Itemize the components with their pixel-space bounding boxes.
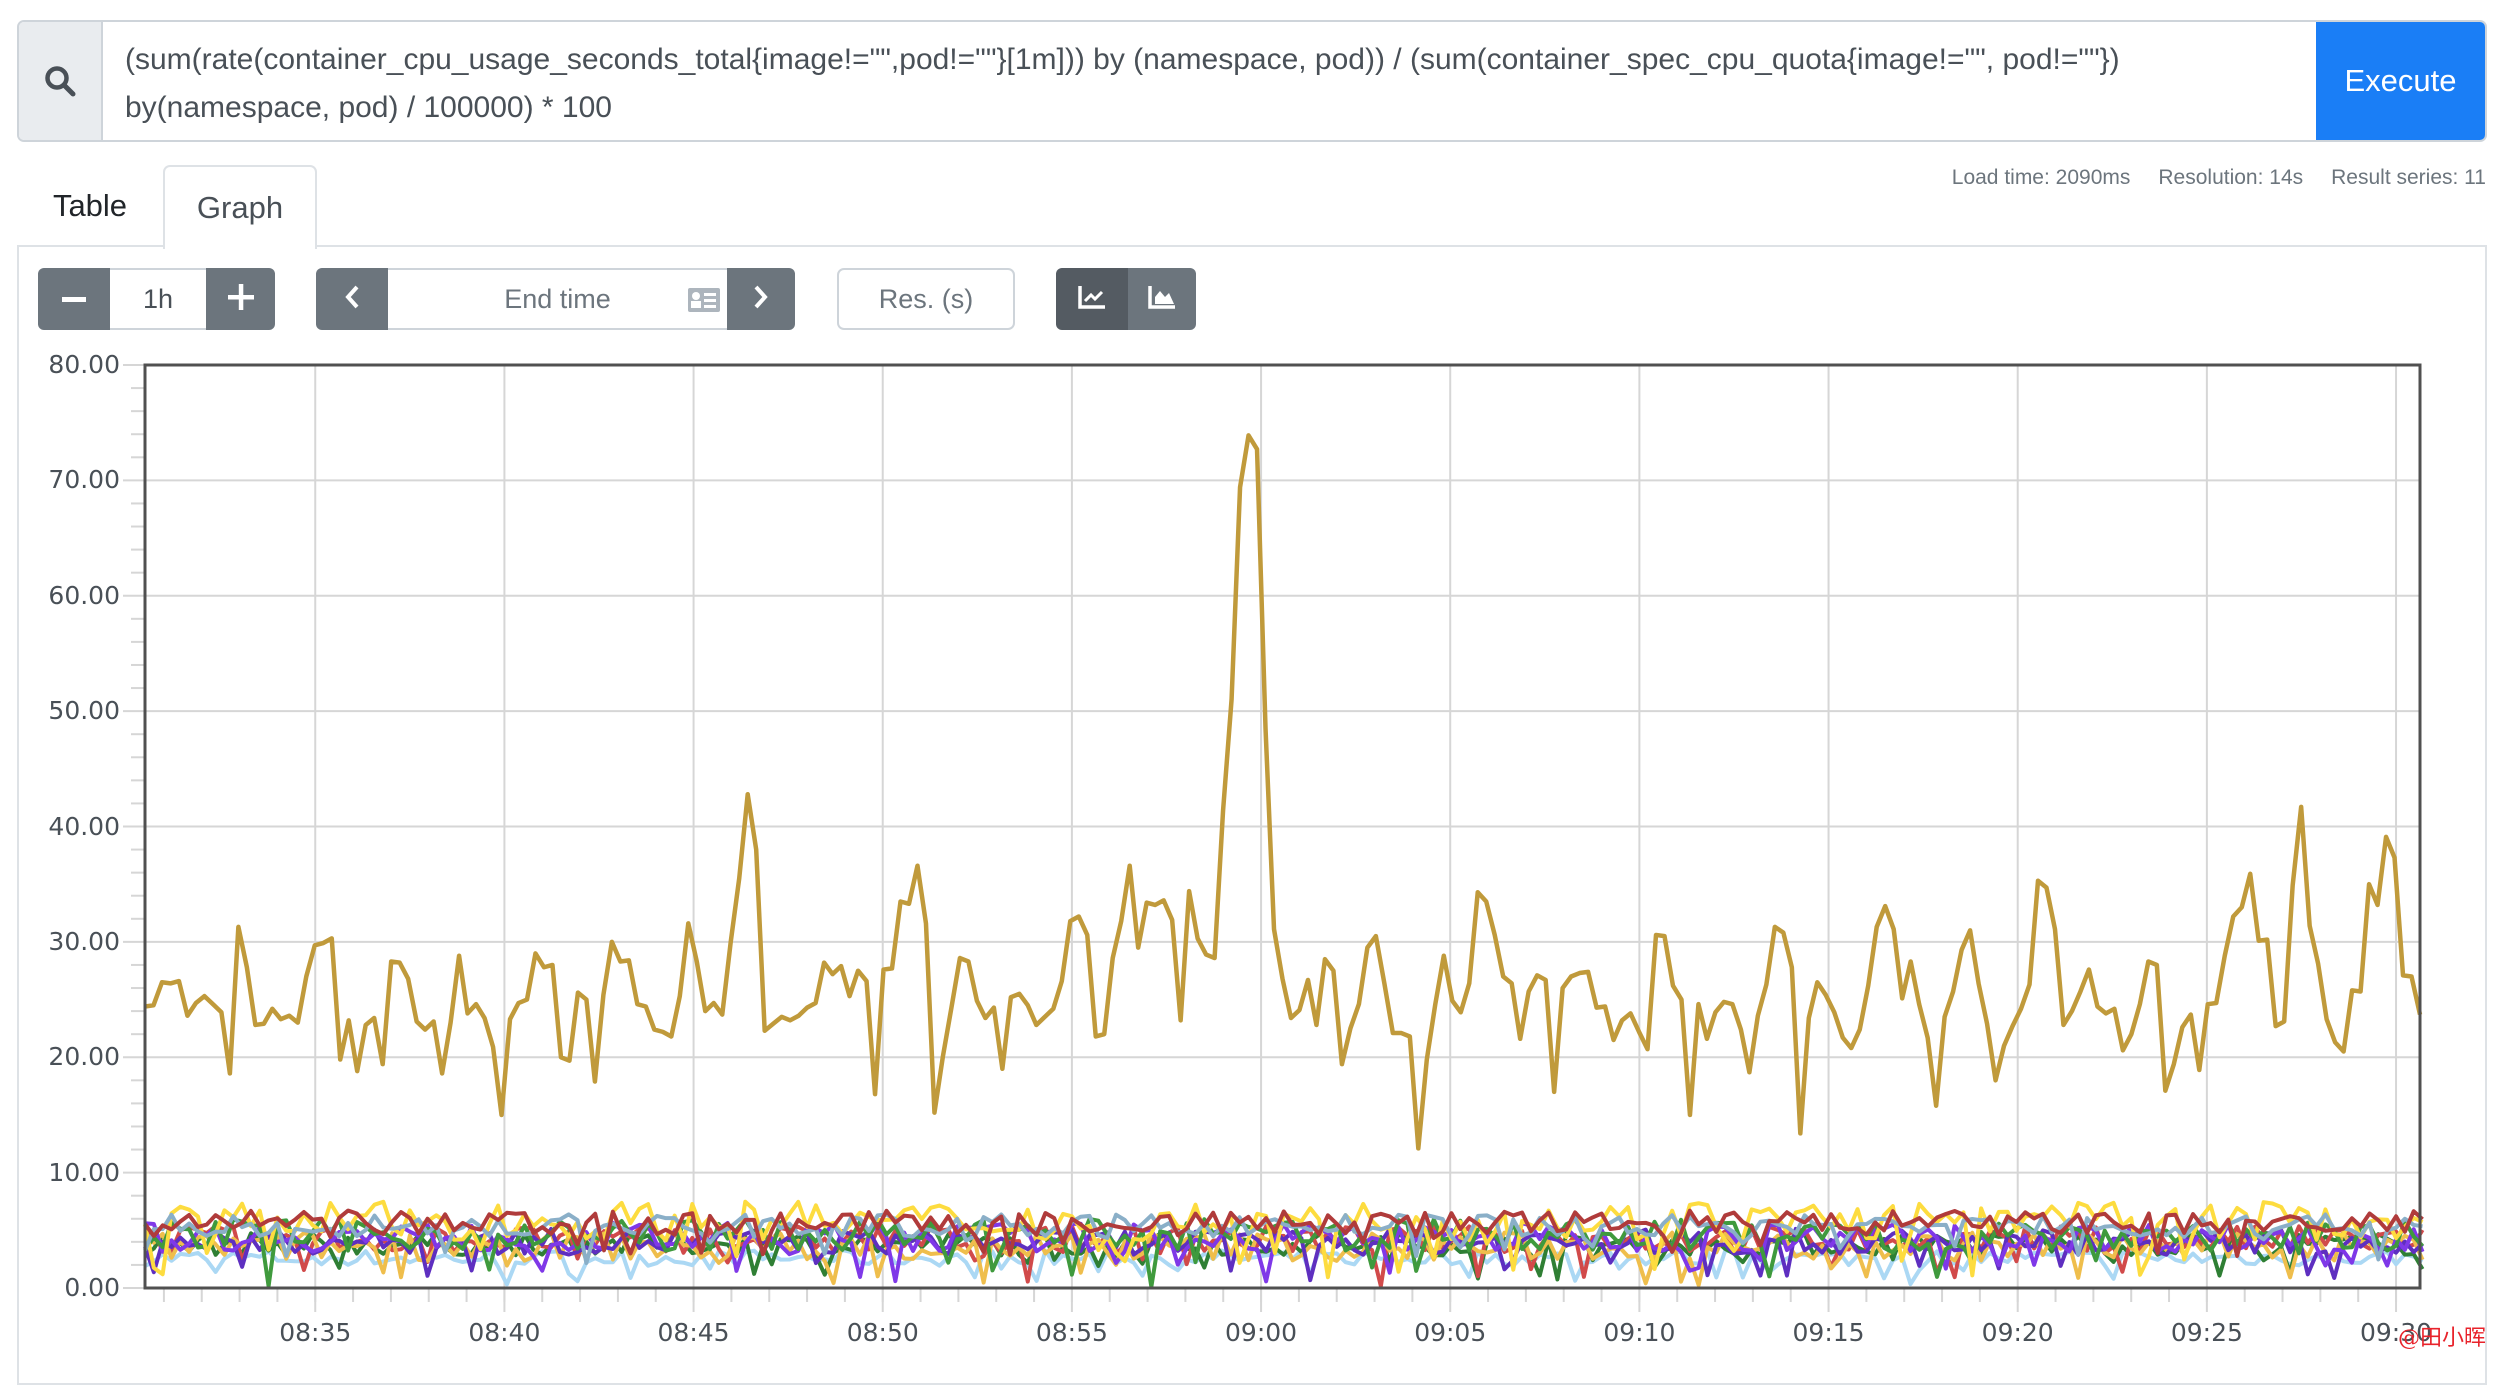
end-time-control: End time bbox=[316, 268, 795, 330]
line-chart-button[interactable] bbox=[1056, 268, 1128, 330]
y-tick-label: 0.00 bbox=[64, 1273, 120, 1302]
end-time-placeholder: End time bbox=[504, 283, 611, 314]
search-icon bbox=[19, 22, 103, 140]
minus-icon bbox=[62, 290, 86, 308]
y-tick-label: 60.00 bbox=[48, 580, 120, 610]
x-tick-label: 08:45 bbox=[657, 1318, 730, 1347]
watermark: @田小晖 bbox=[2398, 1326, 2487, 1351]
end-time-input[interactable]: End time bbox=[388, 268, 727, 330]
next-time-button[interactable] bbox=[727, 268, 795, 330]
chart-type-toggle bbox=[1056, 268, 1196, 330]
x-tick-label: 09:15 bbox=[1792, 1318, 1865, 1347]
y-tick-label: 50.00 bbox=[48, 696, 120, 726]
calendar-icon[interactable] bbox=[687, 287, 721, 320]
query-input[interactable]: (sum(rate(container_cpu_usage_seconds_to… bbox=[103, 22, 2316, 140]
x-tick-label: 09:00 bbox=[1225, 1318, 1298, 1347]
resolution-stat: Resolution: 14s bbox=[2158, 166, 2304, 189]
tab-graph[interactable]: Graph bbox=[163, 165, 317, 249]
y-tick-label: 30.00 bbox=[48, 926, 120, 956]
execute-button[interactable]: Execute bbox=[2316, 22, 2485, 140]
y-tick-label: 70.00 bbox=[48, 465, 120, 495]
resolution-input[interactable]: Res. (s) bbox=[837, 268, 1015, 330]
range-control: 1h bbox=[38, 268, 275, 330]
x-tick-label: 09:25 bbox=[2170, 1318, 2243, 1347]
y-tick-label: 10.00 bbox=[48, 1157, 120, 1187]
increase-range-button[interactable] bbox=[206, 268, 275, 330]
y-tick-label: 80.00 bbox=[48, 350, 120, 379]
load-time: Load time: 2090ms bbox=[1951, 166, 2131, 189]
x-tick-label: 09:10 bbox=[1603, 1318, 1676, 1347]
decrease-range-button[interactable] bbox=[38, 268, 110, 330]
area-chart-icon bbox=[1147, 284, 1177, 315]
result-series-count: Result series: 11 bbox=[2331, 166, 2486, 189]
resolution-placeholder: Res. (s) bbox=[878, 283, 974, 314]
y-tick-label: 20.00 bbox=[48, 1042, 120, 1072]
y-tick-label: 40.00 bbox=[48, 811, 120, 841]
chevron-left-icon bbox=[344, 284, 360, 315]
query-bar: (sum(rate(container_cpu_usage_seconds_to… bbox=[17, 20, 2487, 142]
x-tick-label: 09:05 bbox=[1414, 1318, 1487, 1347]
x-tick-label: 08:40 bbox=[468, 1318, 541, 1347]
tab-table[interactable]: Table bbox=[40, 165, 140, 247]
x-tick-label: 08:55 bbox=[1035, 1318, 1108, 1347]
graph-panel bbox=[17, 245, 2487, 1385]
range-input[interactable]: 1h bbox=[110, 268, 206, 330]
x-tick-label: 09:20 bbox=[1981, 1318, 2054, 1347]
x-tick-label: 08:50 bbox=[846, 1318, 919, 1347]
chevron-right-icon bbox=[753, 284, 769, 315]
x-tick-label: 08:35 bbox=[279, 1318, 352, 1347]
stacked-chart-button[interactable] bbox=[1128, 268, 1196, 330]
query-stats: Load time: 2090ms Resolution: 14s Result… bbox=[1952, 166, 2486, 190]
plus-icon bbox=[227, 283, 254, 315]
previous-time-button[interactable] bbox=[316, 268, 388, 330]
line-chart-icon bbox=[1077, 284, 1107, 315]
